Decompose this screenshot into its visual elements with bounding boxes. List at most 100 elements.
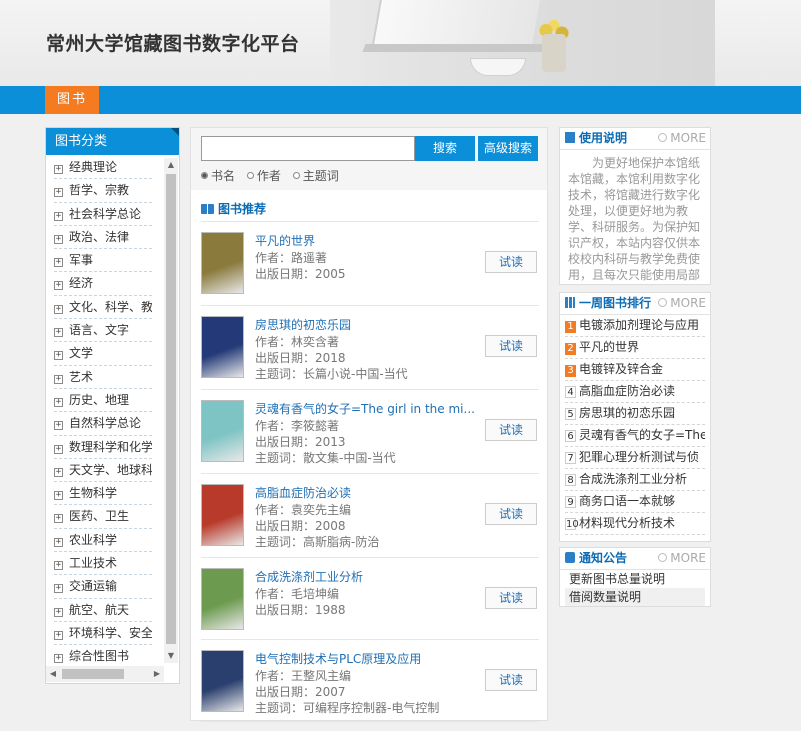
category-item[interactable]: + 历史、地理 <box>54 389 152 413</box>
category-item-label: 医药、卫生 <box>69 509 130 524</box>
ranking-item[interactable]: 8 合成洗涤剂工业分析 <box>565 469 705 491</box>
category-item[interactable]: + 政治、法律 <box>54 226 152 250</box>
category-item[interactable]: + 交通运输 <box>54 575 152 599</box>
category-item[interactable]: + 综合性图书 <box>54 645 152 666</box>
category-item[interactable]: + 文化、科学、教育 <box>54 296 152 320</box>
category-item[interactable]: + 自然科学总论 <box>54 412 152 436</box>
book-cover-image[interactable] <box>201 568 244 630</box>
expand-plus-icon[interactable]: + <box>54 258 63 268</box>
expand-plus-icon[interactable]: + <box>54 374 63 384</box>
category-item[interactable]: + 社会科学总论 <box>54 203 152 226</box>
expand-plus-icon[interactable]: + <box>54 491 63 501</box>
category-item[interactable]: + 艺术 <box>54 366 152 389</box>
ranking-more-label: MORE <box>670 296 706 310</box>
search-input[interactable] <box>201 136 415 161</box>
category-item[interactable]: + 经典理论 <box>54 156 152 180</box>
book-title-link[interactable]: 平凡的世界 <box>255 232 315 249</box>
category-item[interactable]: + 数理科学和化学 <box>54 436 152 459</box>
ranking-item[interactable]: 9 商务口语一本就够 <box>565 491 705 513</box>
ranking-more-link[interactable]: MORE <box>658 293 706 314</box>
nav-tab-books[interactable]: 图书 <box>45 86 99 114</box>
read-button[interactable]: 试读 <box>485 669 537 691</box>
notice-more-label: MORE <box>670 551 706 565</box>
ranking-item[interactable]: 7 犯罪心理分析测试与侦 <box>565 447 705 469</box>
category-item[interactable]: + 环境科学、安全科学 <box>54 622 152 646</box>
ranking-item[interactable]: 10材料现代分析技术 <box>565 513 705 535</box>
expand-plus-icon[interactable]: + <box>54 514 63 524</box>
category-item[interactable]: + 航空、航天 <box>54 599 152 622</box>
scroll-left-icon[interactable]: ◀ <box>46 666 60 682</box>
expand-plus-icon[interactable]: + <box>54 281 63 291</box>
ranking-item[interactable]: 4 高脂血症防治必读 <box>565 381 705 403</box>
advanced-search-button[interactable]: 高级搜索 <box>478 136 538 161</box>
radio-icon[interactable] <box>292 172 300 179</box>
read-button[interactable]: 试读 <box>485 251 537 273</box>
expand-plus-icon[interactable]: + <box>54 304 63 314</box>
ranking-item[interactable]: 5 房思琪的初恋乐园 <box>565 403 705 425</box>
read-button[interactable]: 试读 <box>485 503 537 525</box>
expand-plus-icon[interactable]: + <box>54 351 63 361</box>
category-item[interactable]: + 农业科学 <box>54 529 152 553</box>
category-item[interactable]: + 经济 <box>54 272 152 296</box>
book-title-link[interactable]: 合成洗涤剂工业分析 <box>255 568 363 585</box>
category-item[interactable]: + 生物科学 <box>54 482 152 506</box>
ranking-item[interactable]: 2 平凡的世界 <box>565 337 705 359</box>
ranking-item[interactable]: 3 电镀锌及锌合金 <box>565 359 705 381</box>
expand-plus-icon[interactable]: + <box>54 584 63 594</box>
category-horizontal-scrollbar[interactable]: ◀ ▶ <box>46 666 164 682</box>
category-item[interactable]: + 工业技术 <box>54 552 152 576</box>
radio-icon[interactable] <box>246 172 254 179</box>
category-item[interactable]: + 天文学、地球科学 <box>54 459 152 483</box>
scroll-right-icon[interactable]: ▶ <box>150 666 164 682</box>
radio-checked-icon[interactable] <box>201 172 208 179</box>
book-title-link[interactable]: 房思琪的初恋乐园 <box>255 316 351 333</box>
notice-more-link[interactable]: MORE <box>658 548 706 569</box>
expand-plus-icon[interactable]: + <box>54 165 63 174</box>
category-item[interactable]: + 哲学、宗教 <box>54 179 152 203</box>
vertical-scroll-thumb[interactable] <box>166 174 176 644</box>
expand-plus-icon[interactable]: + <box>54 561 63 571</box>
book-cover-image[interactable] <box>201 484 244 546</box>
book-cover-image[interactable] <box>201 650 244 712</box>
scroll-up-icon[interactable]: ▲ <box>164 158 178 172</box>
expand-plus-icon[interactable]: + <box>54 211 63 221</box>
ranking-item[interactable]: 1 电镀添加剂理论与应用 <box>565 315 705 337</box>
category-item[interactable]: + 军事 <box>54 249 152 273</box>
expand-plus-icon[interactable]: + <box>54 630 63 640</box>
category-item[interactable]: + 医药、卫生 <box>54 505 152 529</box>
expand-plus-icon[interactable]: + <box>54 234 63 244</box>
expand-plus-icon[interactable]: + <box>54 607 63 617</box>
book-cover-image[interactable] <box>201 232 244 294</box>
book-title-link[interactable]: 高脂血症防治必读 <box>255 484 351 501</box>
book-cover-image[interactable] <box>201 316 244 378</box>
notice-item[interactable]: 更新图书总量说明 <box>565 570 705 588</box>
category-item-label: 经济 <box>69 276 94 291</box>
expand-plus-icon[interactable]: + <box>54 537 63 547</box>
search-type-title[interactable]: 书名 <box>201 167 235 184</box>
book-title-link[interactable]: 灵魂有香气的女子=The girl in the mi... <box>255 400 475 417</box>
search-type-subject[interactable]: 主题词 <box>292 167 339 184</box>
notice-item[interactable]: 借阅数量说明 <box>565 588 705 606</box>
expand-plus-icon[interactable]: + <box>54 654 63 664</box>
book-cover-image[interactable] <box>201 400 244 462</box>
horizontal-scroll-thumb[interactable] <box>62 669 124 679</box>
category-item[interactable]: + 文学 <box>54 342 152 366</box>
category-vertical-scrollbar[interactable]: ▲ ▼ <box>164 158 178 663</box>
expand-plus-icon[interactable]: + <box>54 444 63 454</box>
search-type-author[interactable]: 作者 <box>246 167 281 184</box>
scroll-down-icon[interactable]: ▼ <box>164 649 178 663</box>
read-button[interactable]: 试读 <box>485 587 537 609</box>
expand-plus-icon[interactable]: + <box>54 397 63 407</box>
read-button[interactable]: 试读 <box>485 335 537 357</box>
book-title-link[interactable]: 电气控制技术与PLC原理及应用 <box>255 650 421 667</box>
category-item[interactable]: + 语言、文字 <box>54 319 152 343</box>
expand-plus-icon[interactable]: + <box>54 421 63 431</box>
read-button[interactable]: 试读 <box>485 419 537 441</box>
expand-plus-icon[interactable]: + <box>54 467 63 477</box>
expand-plus-icon[interactable]: + <box>54 188 63 198</box>
usage-more-link[interactable]: MORE <box>658 128 706 149</box>
header-banner-image <box>330 0 715 86</box>
ranking-item[interactable]: 6 灵魂有香气的女子=The <box>565 425 705 447</box>
expand-plus-icon[interactable]: + <box>54 328 63 338</box>
search-button[interactable]: 搜索 <box>415 136 475 161</box>
